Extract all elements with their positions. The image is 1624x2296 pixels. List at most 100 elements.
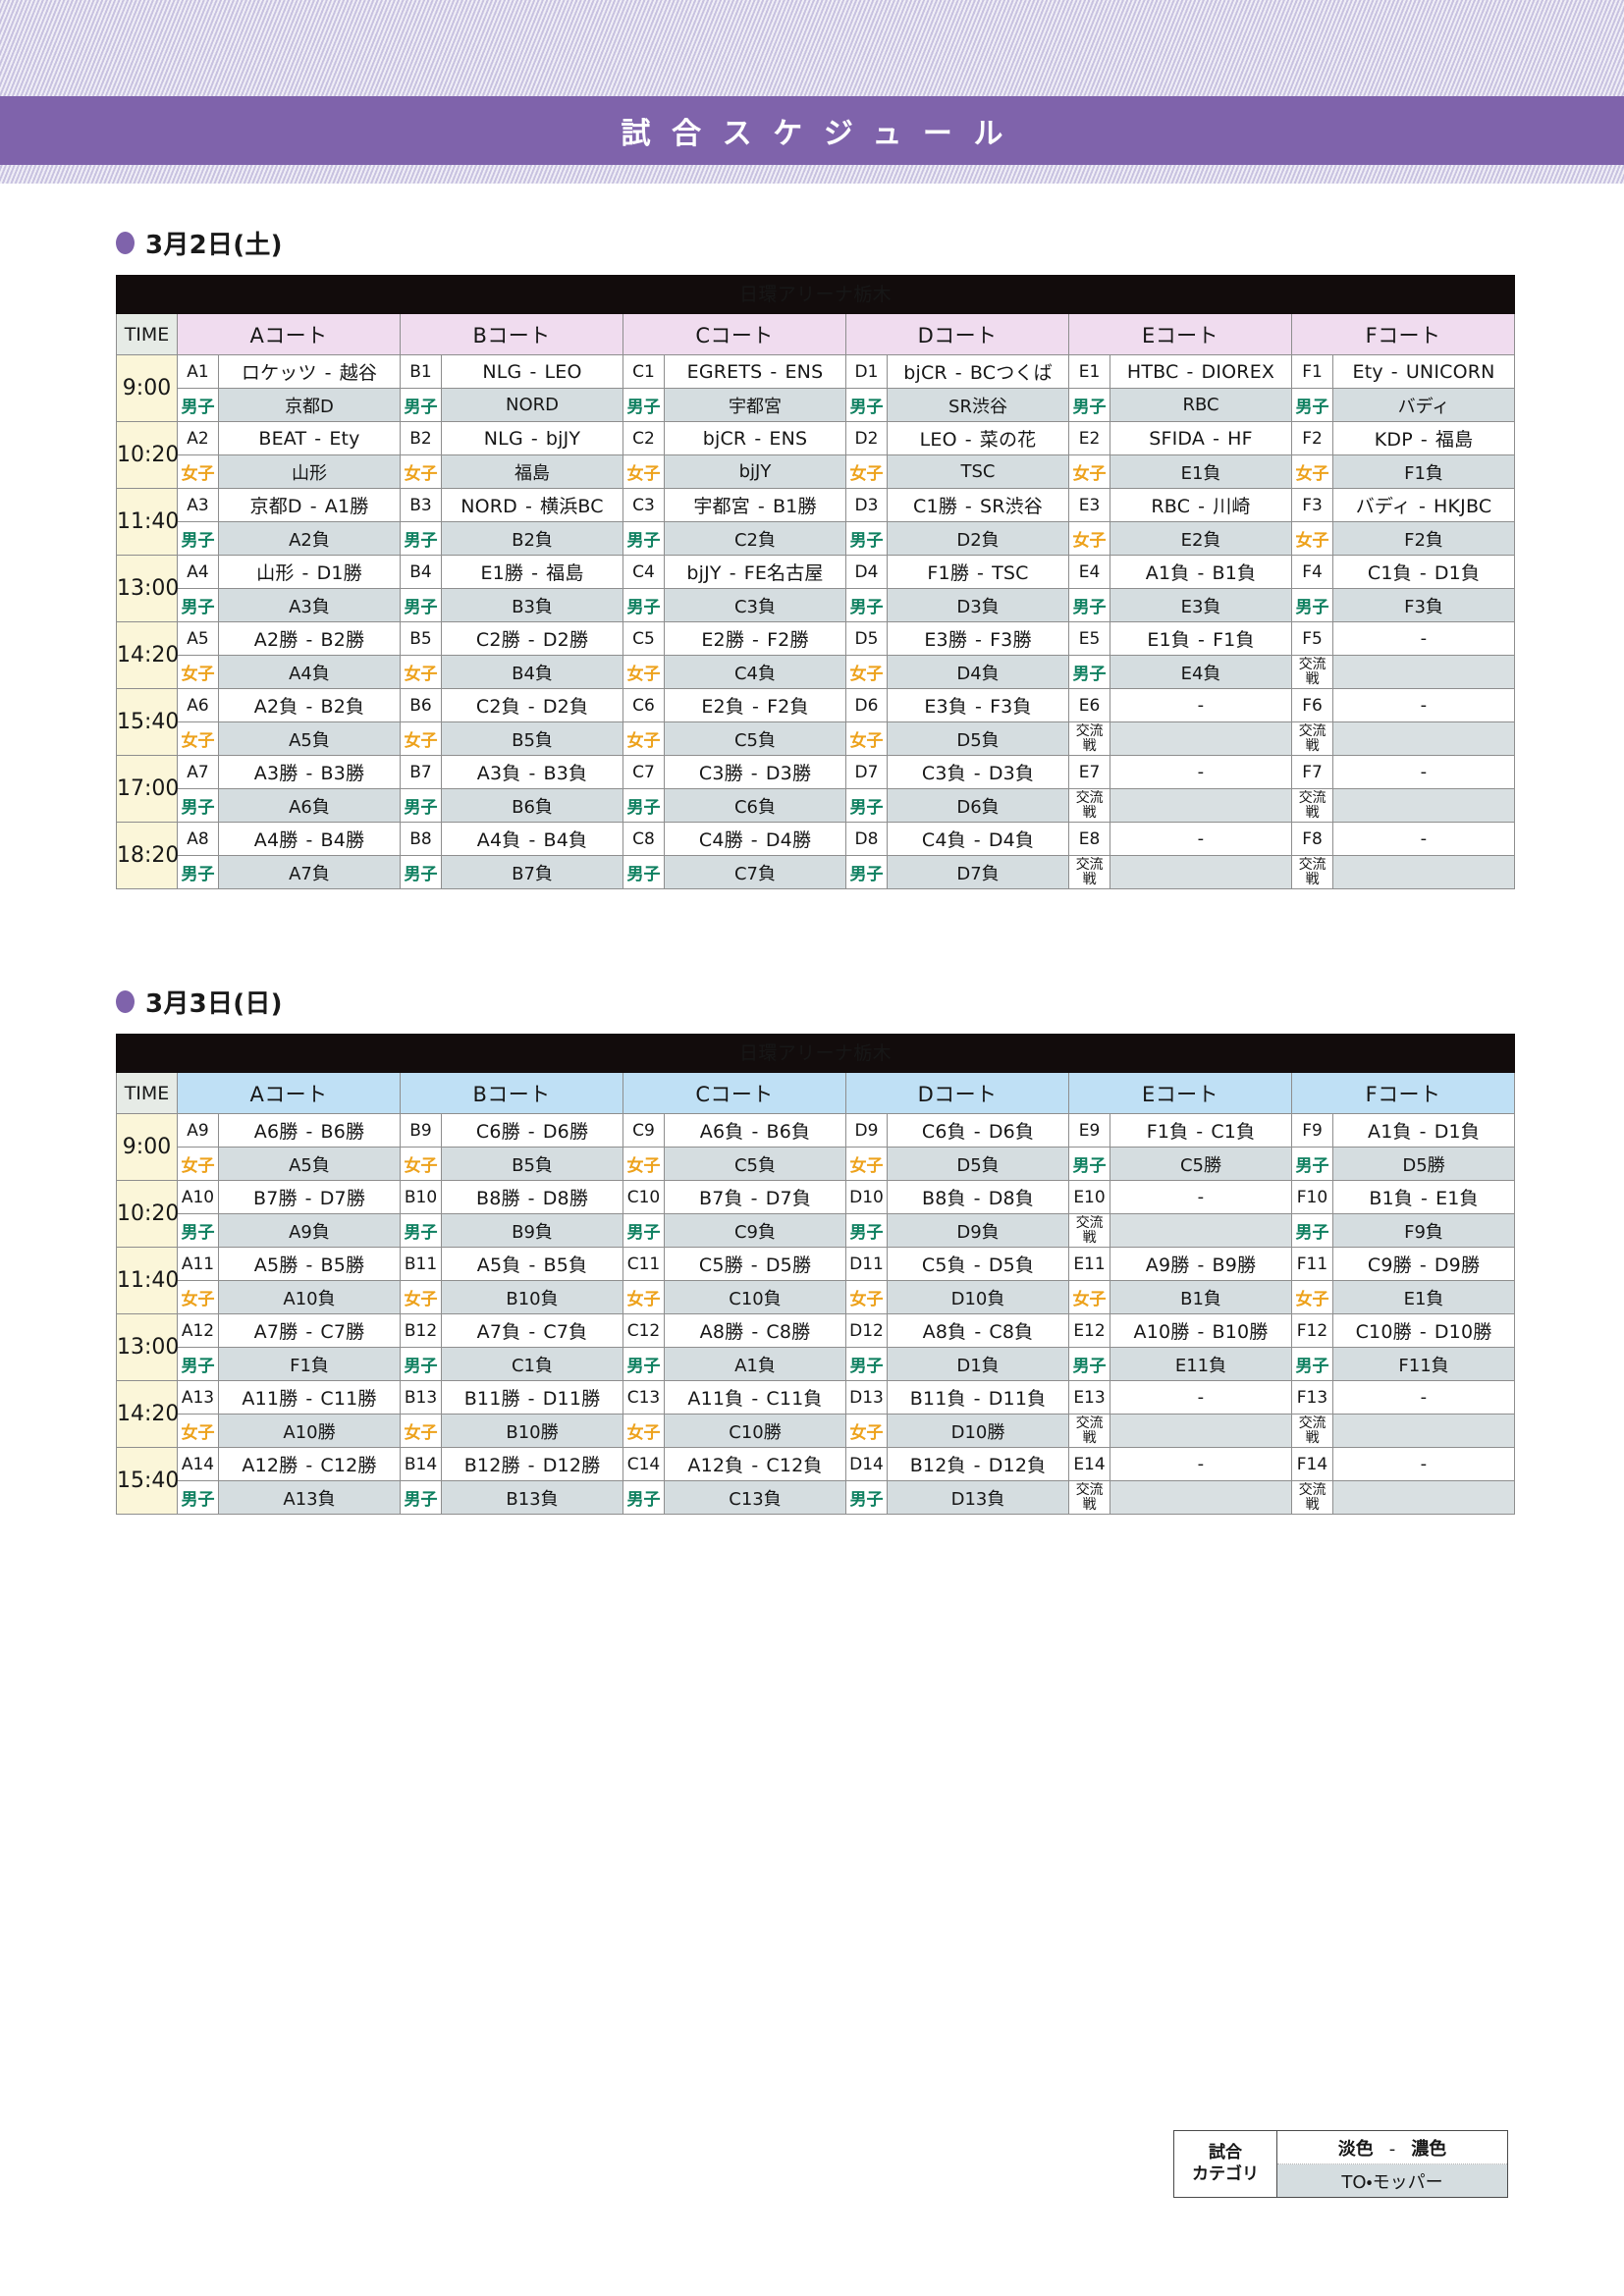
versus-separator: - bbox=[750, 829, 758, 851]
match-teams: A2勝 - B2勝 bbox=[218, 621, 401, 656]
category-cell: 男子 bbox=[623, 788, 665, 823]
table-row: 15:40 A6 A2負 - B2負 B6 C2負 - D2負 C6 E2負 - F2負 D6 E3負 - F3… bbox=[116, 688, 1516, 756]
versus-separator: - bbox=[973, 1455, 981, 1476]
match-id: E8 bbox=[1068, 822, 1110, 856]
match-id: B14 bbox=[400, 1447, 442, 1481]
day-section: 3月3日(日) 日環アリーナ栃木 TIME Aコート Bコート Cコート Dコート Eコート F… bbox=[0, 984, 1624, 1632]
page-title: 試合スケジュール bbox=[621, 117, 1025, 151]
category-cell: 女子 bbox=[400, 721, 442, 756]
to-mopper-cell: SR渋谷 bbox=[887, 388, 1069, 422]
match-teams: bjJY - FE名古屋 bbox=[664, 555, 846, 589]
match-teams: E3勝 - F3勝 bbox=[887, 621, 1069, 656]
home-team: 山形 bbox=[256, 562, 295, 584]
category-cell: 男子 bbox=[1068, 1147, 1110, 1181]
match-id: A5 bbox=[177, 621, 219, 656]
match-empty: - bbox=[1331, 755, 1516, 789]
legend-label-line1: 試合 bbox=[1209, 2142, 1242, 2163]
home-team: NLG bbox=[482, 360, 522, 383]
table-row-secondary: 男子 A13負 男子 B13負 男子 C13負 男子 D13負 交流戦交流戦 bbox=[117, 1480, 1516, 1515]
match-id: C6 bbox=[623, 688, 665, 722]
away-team: bjJY bbox=[545, 427, 581, 450]
away-team: B9勝 bbox=[1212, 1255, 1257, 1276]
versus-separator: - bbox=[750, 1188, 758, 1209]
match-teams: NORD - 横浜BC bbox=[441, 488, 623, 522]
away-team: B6負 bbox=[766, 1121, 811, 1143]
match-teams: SFIDA - HF bbox=[1110, 421, 1292, 455]
category-cell: 男子 bbox=[623, 1480, 665, 1515]
match-id: F10 bbox=[1291, 1180, 1333, 1214]
match-id: C14 bbox=[623, 1447, 665, 1481]
venue-bar: 日環アリーナ栃木 bbox=[115, 1034, 1516, 1073]
court-header-d: Dコート bbox=[845, 1072, 1069, 1114]
category-cell: 男子 bbox=[845, 788, 888, 823]
category-cell: 女子 bbox=[623, 721, 665, 756]
match-teams: LEO - 菜の花 bbox=[887, 421, 1069, 455]
to-mopper-cell: 福島 bbox=[441, 454, 623, 489]
versus-separator: - bbox=[752, 629, 760, 651]
match-id: D1 bbox=[845, 354, 888, 389]
table-row: 10:20 A10 B7勝 - D7勝 B10 B8勝 - D8勝 C10 B7負 - D7負 D10 B8… bbox=[116, 1180, 1516, 1248]
schedule-page: 試合スケジュール 3月2日(土) 日環アリーナ栃木 TIME Aコート Bコート Cコート… bbox=[0, 0, 1624, 2296]
category-cell: 女子 bbox=[177, 1414, 219, 1448]
home-team: A7負 bbox=[476, 1321, 521, 1343]
match-teams: 宇都宮 - B1勝 bbox=[664, 488, 846, 522]
category-cell: 男子 bbox=[1291, 588, 1333, 622]
home-team: A3負 bbox=[476, 763, 521, 784]
category-cell: 男子 bbox=[845, 521, 888, 556]
versus-separator: - bbox=[301, 562, 309, 584]
category-cell: 男子 bbox=[1291, 1147, 1333, 1181]
legend-label-line2: カテゴリ bbox=[1192, 2163, 1259, 2184]
to-mopper-cell: F1負 bbox=[1331, 454, 1516, 489]
versus-separator: - bbox=[977, 562, 985, 584]
versus-separator: - bbox=[529, 360, 537, 383]
match-empty: - bbox=[1110, 1380, 1292, 1415]
away-team: B1負 bbox=[1212, 562, 1257, 584]
match-teams: 山形 - D1勝 bbox=[218, 555, 401, 589]
match-id: B10 bbox=[400, 1180, 442, 1214]
match-teams: C3負 - D3負 bbox=[887, 755, 1069, 789]
to-mopper-cell: A13負 bbox=[218, 1480, 401, 1515]
match-id: A4 bbox=[177, 555, 219, 589]
to-mopper-cell: E1負 bbox=[1110, 454, 1292, 489]
match-teams: B8負 - D8負 bbox=[887, 1180, 1069, 1214]
match-teams: A8負 - C8負 bbox=[887, 1313, 1069, 1348]
table-row-secondary: 男子 A2負 男子 B2負 男子 C2負 男子 D2負 女子 E2負 女子 F2負 bbox=[117, 521, 1516, 556]
versus-separator: - bbox=[305, 763, 313, 784]
category-exchange-line2: 戦 bbox=[1082, 1429, 1097, 1446]
to-mopper-cell: D13負 bbox=[887, 1480, 1069, 1515]
versus-separator: - bbox=[751, 1455, 759, 1476]
away-team: B10勝 bbox=[1212, 1321, 1269, 1343]
match-empty: - bbox=[1110, 1180, 1292, 1214]
table-row: 10:20 A2 BEAT - Ety B2 NLG - bjJY C2 bjCR - ENS D2 LEO… bbox=[116, 421, 1516, 489]
versus-separator: - bbox=[975, 629, 983, 651]
table-row: 11:40 A3 京都D - A1勝 B3 NORD - 横浜BC C3 宇都宮 - B1勝 D3 C1勝 -… bbox=[116, 488, 1516, 556]
category-cell: 女子 bbox=[845, 655, 888, 689]
match-teams: 京都D - A1勝 bbox=[218, 488, 401, 522]
to-mopper-cell: A3負 bbox=[218, 588, 401, 622]
match-id: C13 bbox=[623, 1380, 665, 1415]
away-team: B4勝 bbox=[320, 829, 365, 851]
match-id: B3 bbox=[400, 488, 442, 522]
home-team: A12勝 bbox=[242, 1455, 298, 1476]
to-mopper-cell-empty bbox=[1331, 655, 1516, 689]
bullet-icon bbox=[116, 990, 135, 1013]
away-team: 福島 bbox=[1435, 429, 1474, 451]
versus-separator: - bbox=[1419, 1255, 1427, 1276]
home-team: F1負 bbox=[1146, 1121, 1189, 1143]
match-teams: E2勝 - F2勝 bbox=[664, 621, 846, 656]
versus-separator: - bbox=[751, 1321, 759, 1343]
versus-separator: - bbox=[1197, 562, 1205, 584]
table-row-secondary: 男子 A3負 男子 B3負 男子 C3負 男子 D3負 男子 E3負 男子 F3負 bbox=[117, 588, 1516, 622]
match-id: E3 bbox=[1068, 488, 1110, 522]
category-exchange-line2: 戦 bbox=[1305, 804, 1320, 821]
away-team: B3負 bbox=[543, 763, 588, 784]
to-mopper-cell: B5負 bbox=[441, 721, 623, 756]
to-mopper-cell: C2負 bbox=[664, 521, 846, 556]
category-exchange-line1: 交流 bbox=[1075, 723, 1104, 740]
match-teams: A12勝 - C12勝 bbox=[218, 1447, 401, 1481]
match-id: E11 bbox=[1068, 1247, 1110, 1281]
match-teams: バディ - HKJBC bbox=[1331, 488, 1516, 522]
versus-separator: - bbox=[973, 829, 981, 851]
